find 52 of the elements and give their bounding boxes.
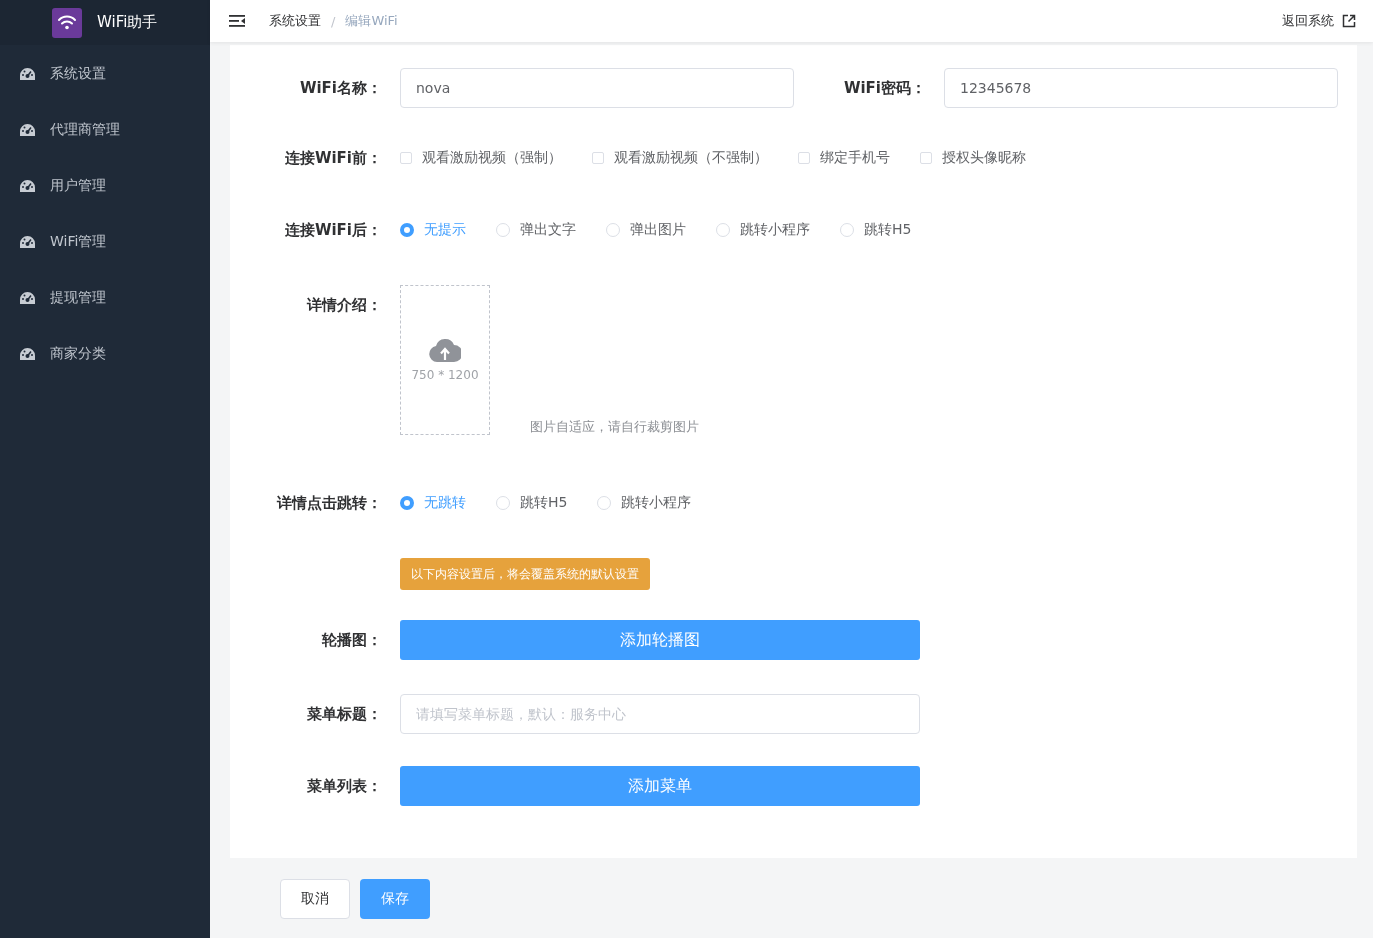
cancel-button[interactable]: 取消: [280, 879, 350, 919]
external-link-icon: [1342, 14, 1356, 28]
radio-option[interactable]: 跳转小程序: [597, 494, 692, 512]
sidebar-item[interactable]: WiFi管理: [0, 214, 210, 270]
sidebar-item[interactable]: 商家分类: [0, 326, 210, 382]
field-label: 轮播图：: [320, 630, 383, 650]
upload-hint: 图片自适应，请自行裁剪图片: [530, 418, 699, 436]
gauge-icon: [20, 68, 35, 80]
field-label: 连接WiFi前：: [283, 148, 383, 168]
gauge-icon: [20, 180, 35, 192]
breadcrumb-item[interactable]: 系统设置: [269, 12, 321, 30]
checkbox-option[interactable]: 观看激励视频（不强制）: [592, 149, 768, 167]
checkbox-option[interactable]: 绑定手机号: [798, 149, 890, 167]
radio-option[interactable]: 跳转H5: [840, 221, 912, 239]
gauge-icon: [20, 292, 35, 304]
field-label: 详情点击跳转：: [275, 493, 383, 513]
password-field[interactable]: 12345678: [944, 68, 1338, 108]
radio-button[interactable]: [400, 223, 414, 237]
radio-option[interactable]: 跳转H5: [496, 494, 568, 512]
radio-option[interactable]: 弹出文字: [496, 221, 576, 239]
wifi-logo-icon: [52, 7, 82, 38]
field-label: 详情介绍：: [305, 295, 383, 316]
name-field[interactable]: nova: [400, 68, 794, 108]
checkbox[interactable]: [592, 152, 604, 164]
cloud-upload-icon: [429, 338, 461, 362]
menu-title-field[interactable]: 请填写菜单标题，默认：服务中心: [400, 694, 920, 734]
breadcrumb-item: 编辑WiFi: [345, 12, 398, 30]
breadcrumb-separator: /: [331, 13, 336, 29]
field-label: 连接WiFi后：: [283, 220, 383, 240]
notice-banner: 以下内容设置后，将会覆盖系统的默认设置: [400, 558, 650, 590]
checkbox-option[interactable]: 授权头像昵称: [920, 149, 1026, 167]
checkbox[interactable]: [400, 152, 412, 164]
gauge-icon: [20, 236, 35, 248]
field-label: 菜单标题：: [306, 704, 383, 724]
menu-icon[interactable]: [229, 14, 245, 28]
field-label: WiFi密码：: [842, 78, 927, 98]
gauge-icon: [20, 124, 35, 136]
field-label: WiFi名称：: [298, 78, 383, 98]
gauge-icon: [20, 348, 35, 360]
field-label: 菜单列表：: [306, 776, 383, 796]
checkbox[interactable]: [798, 152, 810, 164]
sidebar-item[interactable]: 用户管理: [0, 158, 210, 214]
checkbox-option[interactable]: 观看激励视频（强制）: [400, 149, 562, 167]
sidebar-item[interactable]: 代理商管理: [0, 102, 210, 158]
radio-option[interactable]: 弹出图片: [606, 221, 686, 239]
return-link[interactable]: 返回系统: [1282, 12, 1356, 30]
radio-button[interactable]: [400, 496, 414, 510]
sidebar-item[interactable]: 提现管理: [0, 270, 210, 326]
checkbox[interactable]: [920, 152, 932, 164]
sidebar-item[interactable]: 系统设置: [0, 46, 210, 102]
radio-option[interactable]: 跳转小程序: [716, 221, 810, 239]
app-name: WiFi助手: [97, 13, 158, 32]
